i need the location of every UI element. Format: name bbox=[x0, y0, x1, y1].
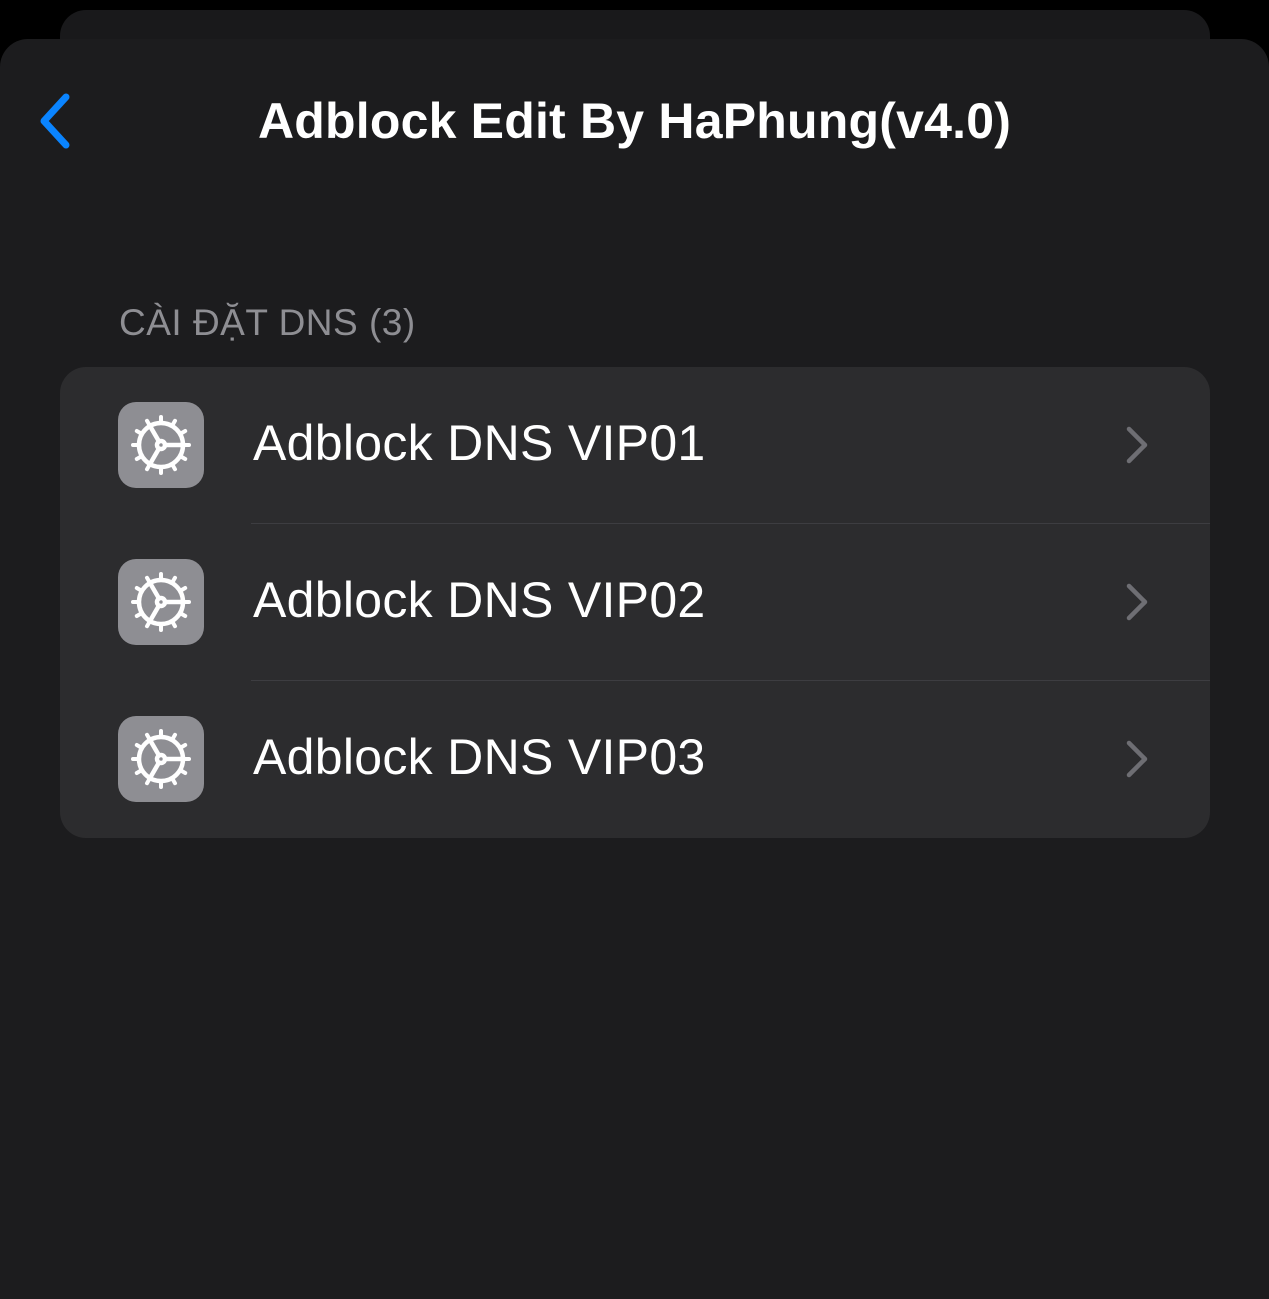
navigation-bar: Adblock Edit By HaPhung(v4.0) bbox=[0, 39, 1269, 209]
chevron-right-icon bbox=[1126, 740, 1148, 778]
dns-settings-list: Adblock DNS VIP01 Adblock DNS VIP02 Adbl… bbox=[60, 367, 1210, 838]
settings-gear-icon bbox=[118, 559, 204, 645]
settings-gear-icon bbox=[118, 402, 204, 488]
list-item-vip02[interactable]: Adblock DNS VIP02 bbox=[60, 524, 1210, 681]
settings-gear-icon bbox=[118, 716, 204, 802]
chevron-right-icon bbox=[1126, 583, 1148, 621]
list-item-vip01[interactable]: Adblock DNS VIP01 bbox=[60, 367, 1210, 524]
list-item-label: Adblock DNS VIP03 bbox=[253, 729, 706, 785]
section-header: CÀI ĐẶT DNS (3) bbox=[119, 302, 416, 343]
list-item-label: Adblock DNS VIP01 bbox=[253, 415, 706, 471]
list-item-vip03[interactable]: Adblock DNS VIP03 bbox=[60, 681, 1210, 838]
list-item-label: Adblock DNS VIP02 bbox=[253, 572, 706, 628]
settings-sheet: Adblock Edit By HaPhung(v4.0) CÀI ĐẶT DN… bbox=[0, 39, 1269, 1299]
page-title: Adblock Edit By HaPhung(v4.0) bbox=[257, 93, 1012, 149]
chevron-right-icon bbox=[1126, 426, 1148, 464]
